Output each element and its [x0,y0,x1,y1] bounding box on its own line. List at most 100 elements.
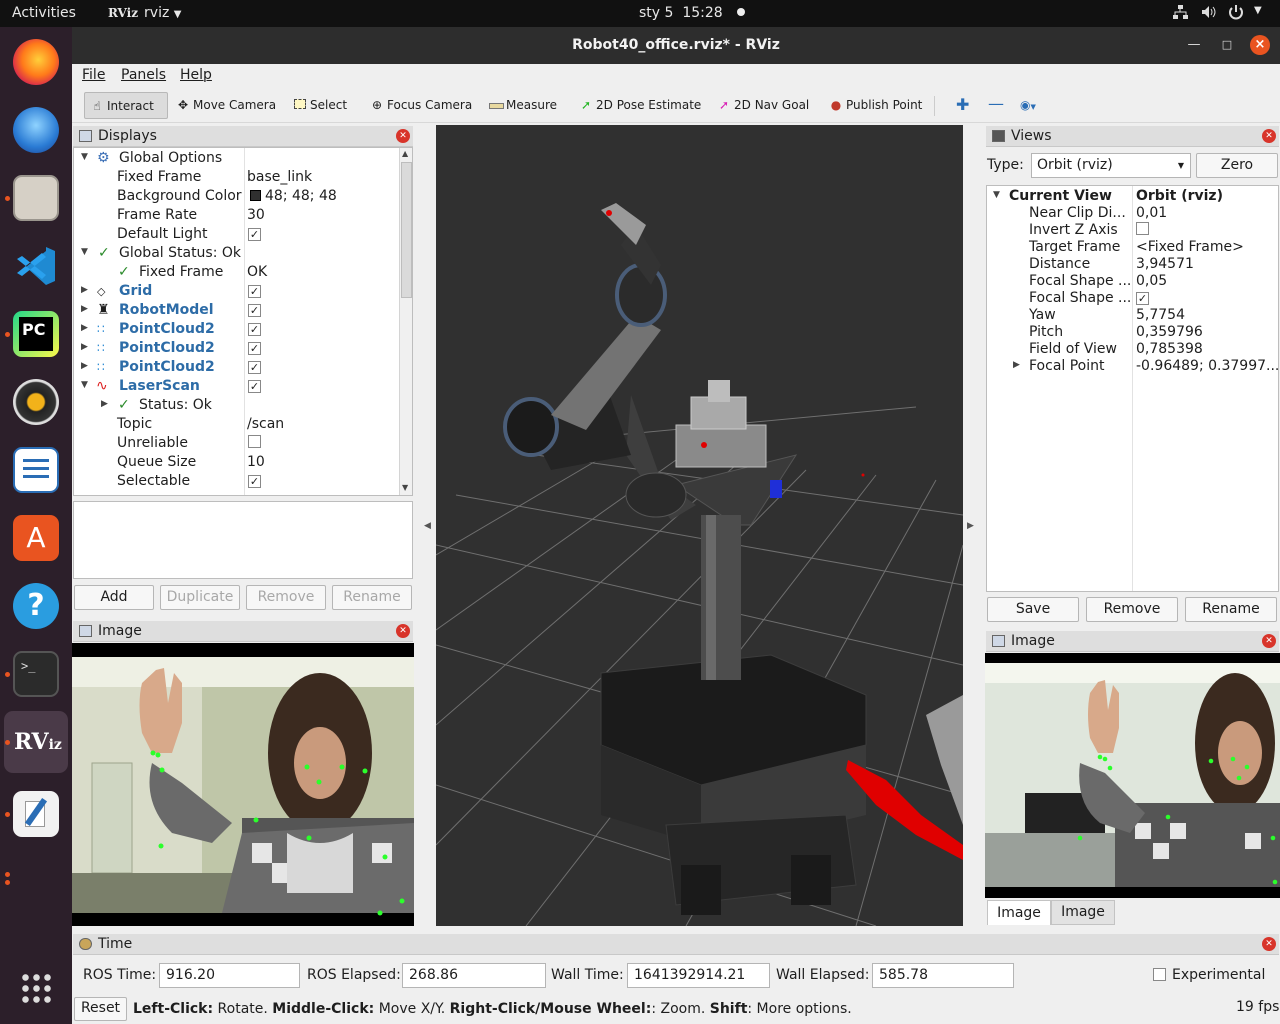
color-swatch[interactable] [250,190,261,201]
interact-tool[interactable]: ☝ Interact [84,92,168,119]
firefox-icon[interactable] [13,39,59,85]
frame-rate-value[interactable]: 30 [247,207,265,223]
displays-panel-header[interactable]: Displays ✕ [73,126,413,147]
close-panel-icon[interactable]: ✕ [1262,937,1276,951]
tree-row[interactable]: Unreliable [74,434,412,453]
tree-row[interactable]: ▶ ♜ RobotModel ✓ [74,301,412,320]
tree-row[interactable]: ▶ ∷ PointCloud2 ✓ [74,320,412,339]
tree-row[interactable]: Background Color 48; 48; 48 [74,187,412,206]
menu-panels[interactable]: Panels [121,67,166,83]
tree-row[interactable]: ▼ ✓ Global Status: Ok [74,244,412,263]
row-value[interactable]: 0,359796 [1136,324,1203,340]
wall-elapsed-field[interactable]: 585.78 [872,963,1014,988]
close-icon[interactable]: × [1250,35,1270,55]
grid-checkbox[interactable]: ✓ [248,285,261,298]
reset-button[interactable]: Reset [74,997,127,1021]
remove-tool-icon[interactable]: — [984,92,1010,119]
laserscan-checkbox[interactable]: ✓ [248,380,261,393]
tree-row[interactable]: Frame Rate 30 [74,206,412,225]
tree-row[interactable]: ▶ ∷ PointCloud2 ✓ [74,358,412,377]
files-icon[interactable] [13,175,59,221]
title-bar[interactable]: Robot40_office.rviz* - RViz — □ × [72,27,1280,64]
network-icon[interactable] [1172,4,1188,24]
image-panel-header[interactable]: Image ✕ [73,621,413,642]
rhythmbox-icon[interactable] [13,379,59,425]
duplicate-display-button[interactable]: Duplicate [160,585,240,610]
image-panel-header[interactable]: Image ✕ [986,631,1279,652]
row-value[interactable]: 5,7754 [1136,307,1185,323]
volume-icon[interactable] [1200,4,1218,24]
scrollbar[interactable]: ▲ ▼ [399,148,412,495]
pose-estimate-tool[interactable]: ➚ 2D Pose Estimate [574,92,707,119]
unreliable-checkbox[interactable] [248,435,261,448]
terminal-icon[interactable]: >_ [13,651,59,697]
close-panel-icon[interactable]: ✕ [1262,129,1276,143]
fixed-frame-value[interactable]: base_link [247,169,312,185]
system-menu-chevron-icon[interactable]: ▼ [1254,5,1262,16]
nav-goal-tool[interactable]: ➚ 2D Nav Goal [712,92,815,119]
scroll-up-icon[interactable]: ▲ [402,149,408,158]
tree-row[interactable]: ▶ ∷ PointCloud2 ✓ [74,339,412,358]
maximize-icon[interactable]: □ [1217,35,1237,55]
views-panel-header[interactable]: Views ✕ [986,126,1279,147]
pointcloud-checkbox[interactable]: ✓ [248,361,261,374]
activities-button[interactable]: Activities [12,5,76,21]
topic-value[interactable]: /scan [247,416,284,432]
tree-row[interactable]: ▼ ⚙ Global Options [74,149,412,168]
row-value[interactable]: <Fixed Frame> [1136,239,1244,255]
zero-button[interactable]: Zero [1196,153,1278,178]
collapse-left-icon[interactable]: ◀ [424,521,431,531]
tree-row[interactable]: ▶ Focal Point -0.96489; 0.37997... [987,357,1278,376]
vscode-icon[interactable] [13,243,59,289]
wall-time-field[interactable]: 1641392914.21 [627,963,770,988]
add-tool-icon[interactable]: ✚ [952,92,975,119]
minimize-icon[interactable]: — [1184,35,1204,55]
invert-z-checkbox[interactable] [1136,222,1149,235]
selectable-checkbox[interactable]: ✓ [248,475,261,488]
tree-row[interactable]: Queue Size 10 [74,453,412,472]
background-color-value[interactable]: 48; 48; 48 [265,188,337,204]
clock[interactable]: sty 5 15:28 [639,5,745,21]
view-type-select[interactable]: Orbit (rviz) ▼ [1031,153,1191,178]
move-camera-tool[interactable]: ✥ Move Camera [171,92,282,119]
tree-row[interactable]: Fixed Frame base_link [74,168,412,187]
menu-help[interactable]: Help [180,67,212,83]
focus-camera-tool[interactable]: ⊕ Focus Camera [365,92,478,119]
ros-elapsed-field[interactable]: 268.86 [402,963,546,988]
row-value[interactable]: 3,94571 [1136,256,1194,272]
close-panel-icon[interactable]: ✕ [396,129,410,143]
tree-row[interactable]: ✓ Fixed Frame OK [74,263,412,282]
rename-display-button[interactable]: Rename [332,585,412,610]
tree-row[interactable]: Default Light ✓ [74,225,412,244]
tab-image-2[interactable]: Image [1051,900,1115,925]
menu-file[interactable]: File [82,67,105,83]
tree-row[interactable]: Topic /scan [74,415,412,434]
app-menu[interactable]: RViz rviz ▼ [108,5,181,21]
time-panel-header[interactable]: Time ✕ [73,934,1279,955]
scrollbar-thumb[interactable] [401,162,412,298]
robotmodel-checkbox[interactable]: ✓ [248,304,261,317]
collapse-right-icon[interactable]: ▶ [967,521,974,531]
software-center-icon[interactable]: A [13,515,59,561]
queue-size-value[interactable]: 10 [247,454,265,470]
tree-row[interactable]: Selectable ✓ [74,472,412,491]
tree-row[interactable]: ▶ ◇ Grid ✓ [74,282,412,301]
add-display-button[interactable]: Add [74,585,154,610]
render-viewport[interactable] [436,125,963,926]
remove-view-button[interactable]: Remove [1086,597,1178,622]
rename-view-button[interactable]: Rename [1185,597,1277,622]
scroll-down-icon[interactable]: ▼ [402,483,408,492]
tree-row[interactable]: ▶ ✓ Status: Ok [74,396,412,415]
experimental-checkbox[interactable] [1153,968,1166,981]
tab-image-1[interactable]: Image [987,900,1051,925]
help-icon[interactable]: ? [13,583,59,629]
measure-tool[interactable]: Measure [484,92,563,119]
pycharm-icon[interactable]: PC [13,311,59,357]
rviz-dock-icon[interactable]: RViz [4,711,68,773]
show-applications-icon[interactable] [20,972,52,1004]
save-view-button[interactable]: Save [987,597,1079,622]
ros-time-field[interactable]: 916.20 [159,963,300,988]
publish-point-tool[interactable]: ● Publish Point [824,92,928,119]
close-panel-icon[interactable]: ✕ [396,624,410,638]
row-value[interactable]: -0.96489; 0.37997... [1136,358,1278,374]
